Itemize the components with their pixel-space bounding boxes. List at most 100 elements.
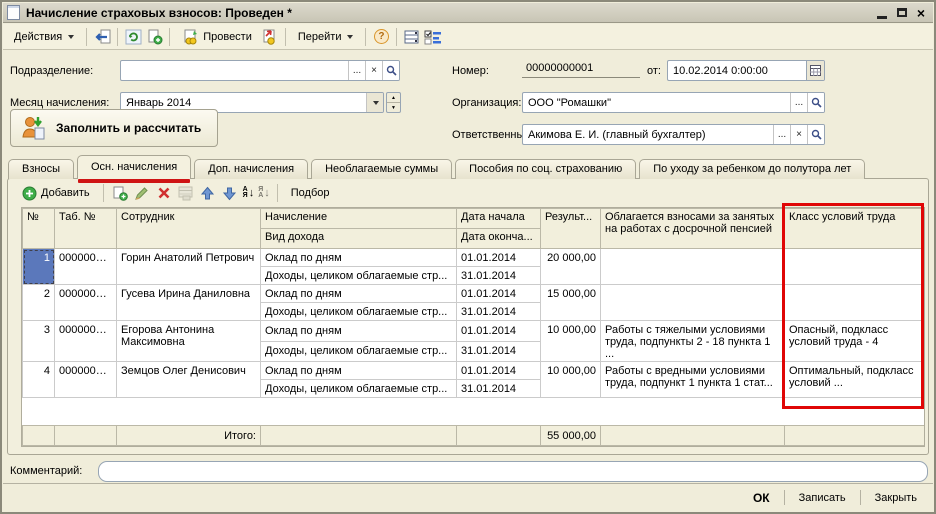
ok-button[interactable]: ОК [747, 489, 776, 507]
close-window-button[interactable]: Закрыть [869, 490, 923, 506]
table-row[interactable]: 400000000...Земцов Олег ДенисовичОклад п… [23, 362, 925, 380]
comment-field[interactable] [98, 461, 928, 482]
cell-early-pension[interactable] [601, 285, 785, 321]
cell-employee[interactable]: Горин Анатолий Петрович [117, 249, 261, 285]
cell-date-start[interactable]: 01.01.2014 [457, 285, 541, 303]
header-income-type[interactable]: Вид дохода [261, 229, 457, 249]
cell-accrual[interactable]: Оклад по дням [261, 362, 457, 380]
maximize-button[interactable] [897, 8, 907, 17]
calendar-button[interactable] [806, 61, 824, 80]
cell-date-end[interactable]: 31.01.2014 [457, 341, 541, 362]
visibility-settings-button[interactable] [424, 28, 442, 46]
ellipsis-button[interactable]: ... [773, 125, 790, 144]
move-down-button[interactable] [221, 184, 239, 202]
cell-result[interactable]: 10 000,00 [541, 362, 601, 398]
close-button[interactable]: × [917, 7, 925, 19]
add-row-button[interactable]: Добавить [16, 183, 96, 204]
spin-down-icon[interactable]: ▼ [387, 103, 400, 112]
cell-tab-number[interactable]: 00000000... [55, 285, 117, 321]
list-settings-button[interactable] [403, 28, 421, 46]
cell-result[interactable]: 20 000,00 [541, 249, 601, 285]
tab-4[interactable]: Пособия по соц. страхованию [455, 159, 636, 179]
tab-1[interactable]: Осн. начисления [77, 155, 191, 179]
department-field[interactable]: ... × [120, 60, 400, 81]
header-date-start[interactable]: Дата начала [457, 209, 541, 229]
tab-3[interactable]: Необлагаемые суммы [311, 159, 452, 179]
clear-button[interactable]: × [365, 61, 382, 80]
cell-result[interactable]: 15 000,00 [541, 285, 601, 321]
cell-row-number[interactable]: 1 [23, 249, 55, 285]
cell-accrual[interactable]: Оклад по дням [261, 285, 457, 303]
cell-date-end[interactable]: 31.01.2014 [457, 267, 541, 285]
dropdown-button[interactable] [366, 93, 383, 112]
cell-income-type[interactable]: Доходы, целиком облагаемые стр... [261, 380, 457, 398]
copy-row-button[interactable] [111, 184, 129, 202]
cell-date-end[interactable]: 31.01.2014 [457, 303, 541, 321]
table-row[interactable]: 200000000...Гусева Ирина ДаниловнаОклад … [23, 285, 925, 303]
cell-accrual[interactable]: Оклад по дням [261, 321, 457, 342]
tab-0[interactable]: Взносы [8, 159, 74, 179]
cell-accrual[interactable]: Оклад по дням [261, 249, 457, 267]
tab-2[interactable]: Доп. начисления [194, 159, 308, 179]
cell-early-pension[interactable]: Работы с тяжелыми условиями труда, подпу… [601, 321, 785, 362]
cell-row-number[interactable]: 4 [23, 362, 55, 398]
minimize-button[interactable] [877, 7, 887, 19]
ellipsis-button[interactable]: ... [348, 61, 365, 80]
cell-early-pension[interactable] [601, 249, 785, 285]
header-accrual[interactable]: Начисление [261, 209, 457, 229]
organization-field[interactable]: ООО "Ромашки" ... [522, 92, 825, 113]
end-edit-button[interactable] [177, 184, 195, 202]
cell-employee[interactable]: Земцов Олег Денисович [117, 362, 261, 398]
clear-button[interactable]: × [790, 125, 807, 144]
header-labor-class[interactable]: Класс условий труда [785, 209, 925, 249]
edit-row-button[interactable] [133, 184, 151, 202]
help-button[interactable]: ? [372, 28, 390, 46]
cell-employee[interactable]: Егорова Антонина Максимовна [117, 321, 261, 362]
goto-menu-button[interactable]: Перейти [292, 28, 360, 46]
cell-date-start[interactable]: 01.01.2014 [457, 249, 541, 267]
responsible-field[interactable]: Акимова Е. И. (главный бухгалтер) ... × [522, 124, 825, 145]
lookup-button[interactable] [807, 93, 824, 112]
sort-asc-button[interactable]: А Я ↓ [243, 187, 255, 199]
cell-date-start[interactable]: 01.01.2014 [457, 321, 541, 342]
cell-early-pension[interactable]: Работы с вредными условиями труда, подпу… [601, 362, 785, 398]
post-button[interactable]: Провести [176, 26, 258, 48]
month-spinner[interactable]: ▲ ▼ [386, 92, 401, 113]
cell-labor-class[interactable]: Опасный, подкласс условий труда - 4 [785, 321, 925, 362]
header-num[interactable]: № [23, 209, 55, 249]
cell-row-number[interactable]: 2 [23, 285, 55, 321]
lookup-button[interactable] [382, 61, 399, 80]
header-date-end[interactable]: Дата оконча... [457, 229, 541, 249]
cell-tab-number[interactable]: 00000000... [55, 362, 117, 398]
date-field[interactable]: 10.02.2014 0:00:00 [667, 60, 825, 81]
cell-labor-class[interactable]: Оптимальный, подкласс условий ... [785, 362, 925, 398]
cell-tab-number[interactable]: 00000000... [55, 249, 117, 285]
save-button[interactable]: Записать [793, 490, 852, 506]
cell-employee[interactable]: Гусева Ирина Даниловна [117, 285, 261, 321]
table-row[interactable]: 300000000...Егорова Антонина МаксимовнаО… [23, 321, 925, 342]
header-tab-num[interactable]: Таб. № [55, 209, 117, 249]
actions-menu-button[interactable]: Действия [8, 28, 80, 46]
lookup-button[interactable] [807, 125, 824, 144]
number-field[interactable]: 00000000001 [522, 60, 640, 78]
header-employee[interactable]: Сотрудник [117, 209, 261, 249]
header-early-pension[interactable]: Облагается взносами за занятых на работа… [601, 209, 785, 249]
cell-date-start[interactable]: 01.01.2014 [457, 362, 541, 380]
cell-income-type[interactable]: Доходы, целиком облагаемые стр... [261, 303, 457, 321]
sort-desc-button[interactable]: Я А ↓ [258, 187, 270, 199]
cell-row-number[interactable]: 3 [23, 321, 55, 362]
header-result[interactable]: Результ... [541, 209, 601, 249]
cell-income-type[interactable]: Доходы, целиком облагаемые стр... [261, 267, 457, 285]
copy-button[interactable] [145, 28, 163, 46]
table-empty-area[interactable] [22, 398, 924, 425]
cell-income-type[interactable]: Доходы, целиком облагаемые стр... [261, 341, 457, 362]
cell-labor-class[interactable] [785, 249, 925, 285]
ellipsis-button[interactable]: ... [790, 93, 807, 112]
fill-and-calculate-button[interactable]: Заполнить и рассчитать [10, 109, 218, 147]
cell-date-end[interactable]: 31.01.2014 [457, 380, 541, 398]
cell-tab-number[interactable]: 00000000... [55, 321, 117, 362]
cell-result[interactable]: 10 000,00 [541, 321, 601, 362]
refresh-button[interactable] [124, 28, 142, 46]
table-row[interactable]: 100000000...Горин Анатолий ПетровичОклад… [23, 249, 925, 267]
spin-up-icon[interactable]: ▲ [387, 93, 400, 103]
